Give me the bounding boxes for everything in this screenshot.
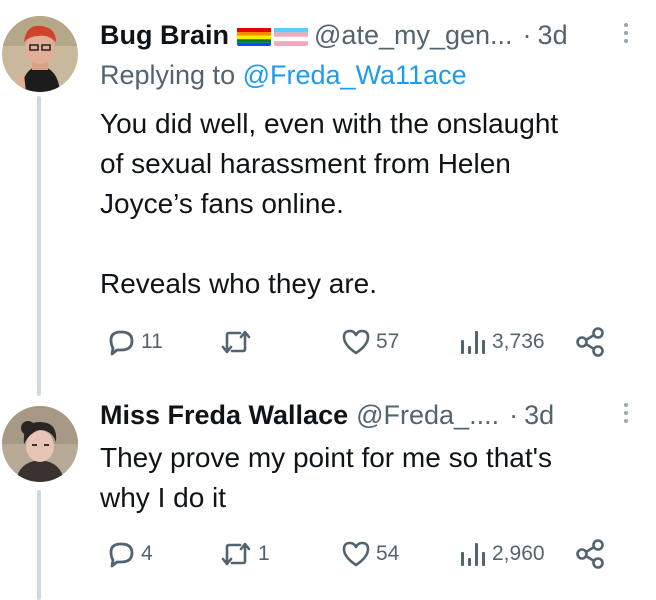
timestamp[interactable]: 3d	[538, 18, 568, 52]
views-button[interactable]: 2,960	[458, 538, 545, 570]
like-button[interactable]: 54	[340, 538, 399, 570]
retweet-button[interactable]	[218, 326, 258, 358]
retweet-button[interactable]: 1	[218, 538, 270, 570]
view-count: 2,960	[492, 542, 545, 565]
separator-dot: ·	[509, 400, 519, 430]
more-options-icon[interactable]	[616, 20, 636, 50]
display-name[interactable]: Bug Brain	[100, 18, 229, 52]
avatar[interactable]	[2, 16, 78, 92]
flag-emojis	[237, 24, 309, 46]
avatar[interactable]	[2, 406, 78, 482]
heart-icon	[342, 541, 370, 567]
like-count: 57	[376, 330, 400, 353]
share-icon	[576, 539, 604, 569]
tweet-text: You did well, even with the onslaught of…	[100, 108, 559, 299]
more-options-icon[interactable]	[616, 400, 636, 430]
thread-line	[37, 490, 41, 600]
views-icon	[461, 543, 485, 566]
reply-count: 11	[141, 330, 163, 353]
rainbow-flag-icon	[237, 24, 272, 46]
reply-icon	[109, 330, 134, 356]
replying-to-label: Replying to	[100, 60, 236, 90]
separator-dot: ·	[522, 20, 532, 50]
tweet-text: They prove my point for me so that's why…	[100, 442, 552, 513]
like-button[interactable]: 57	[340, 326, 399, 358]
reply-button[interactable]: 11	[105, 326, 163, 358]
views-button[interactable]: 3,736	[458, 326, 545, 358]
like-count: 54	[376, 542, 400, 565]
share-button[interactable]	[574, 538, 606, 570]
handle[interactable]: @Freda_....	[356, 398, 499, 432]
views-icon	[461, 331, 485, 354]
transgender-flag-icon	[274, 24, 309, 46]
thread-line	[37, 96, 41, 396]
retweet-icon	[221, 542, 251, 566]
replying-to: Replying to @Freda_Wa11ace	[100, 58, 467, 92]
retweet-icon	[221, 330, 251, 354]
tweet-actions: 11 57 3,736	[100, 326, 610, 362]
reply-mention-link[interactable]: @Freda_Wa11ace	[243, 60, 467, 90]
view-count: 3,736	[492, 330, 545, 353]
share-icon	[576, 327, 604, 357]
tweet-header: Miss Freda Wallace @Freda_.... · 3d	[100, 398, 636, 432]
reply-count: 4	[141, 542, 153, 565]
heart-icon	[342, 329, 370, 355]
display-name[interactable]: Miss Freda Wallace	[100, 398, 348, 432]
reply-icon	[109, 542, 134, 568]
share-button[interactable]	[574, 326, 606, 358]
retweet-count: 1	[258, 542, 270, 565]
tweet-actions: 4 1 54 2,960	[100, 538, 610, 574]
tweet-header: Bug Brain @ate_my_gen... · 3d	[100, 18, 636, 52]
timestamp[interactable]: 3d	[524, 398, 554, 432]
reply-button[interactable]: 4	[105, 538, 153, 570]
handle[interactable]: @ate_my_gen...	[314, 18, 513, 52]
